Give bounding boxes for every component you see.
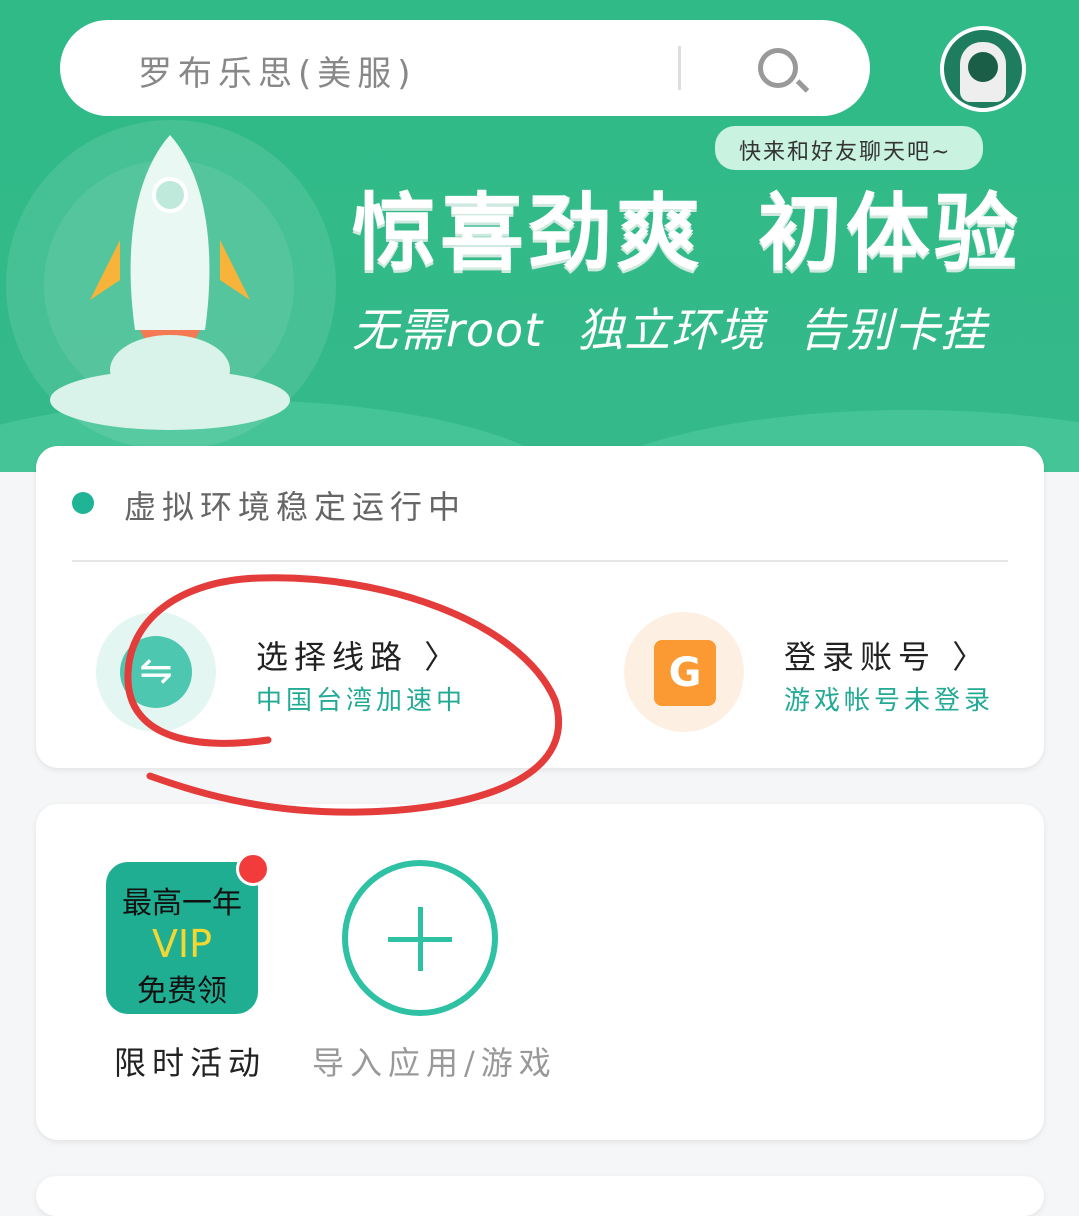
search-input[interactable]: 罗布乐思(美服) [138, 46, 417, 95]
rocket-icon [50, 135, 290, 430]
swap-icon: ⇋ [120, 636, 192, 708]
account-status: 游戏帐号未登录 [784, 686, 995, 716]
search-bar[interactable]: 罗布乐思(美服) [60, 20, 870, 116]
avatar[interactable] [940, 26, 1026, 112]
banner: 罗布乐思(美服) 快来和好友聊天吧~ 惊喜劲爽 初体验 无需root 独立环境 告别卡… [0, 0, 1079, 472]
status-text: 虚拟环境稳定运行中 [124, 488, 467, 526]
banner-tagline: 无需root 独立环境 告别卡挂 [352, 303, 988, 357]
limited-event-label[interactable]: 限时活动 [114, 1038, 266, 1084]
search-icon[interactable] [758, 48, 798, 88]
game-g-icon: G [654, 640, 716, 706]
import-app-label[interactable]: 导入应用/游戏 [312, 1038, 557, 1084]
notification-badge [236, 852, 270, 886]
chat-bubble[interactable]: 快来和好友聊天吧~ [715, 126, 983, 170]
banner-headline: 惊喜劲爽 初体验 [352, 184, 1023, 282]
status-dot [72, 492, 94, 514]
add-app-button[interactable] [342, 860, 498, 1016]
next-card [36, 1176, 1044, 1216]
chevron-right-icon: 〉 [424, 638, 463, 676]
route-status: 中国台湾加速中 [256, 686, 467, 716]
environment-card: 虚拟环境稳定运行中 ⇋ 选择线路 〉 中国台湾加速中 G 登录账号 〉 游戏帐号… [36, 446, 1044, 768]
vip-promo-tile[interactable]: 最高一年 VIP 免费领 [106, 852, 270, 1014]
chevron-right-icon: 〉 [952, 638, 991, 676]
apps-card: 最高一年 VIP 免费领 限时活动 导入应用/游戏 [36, 804, 1044, 1140]
